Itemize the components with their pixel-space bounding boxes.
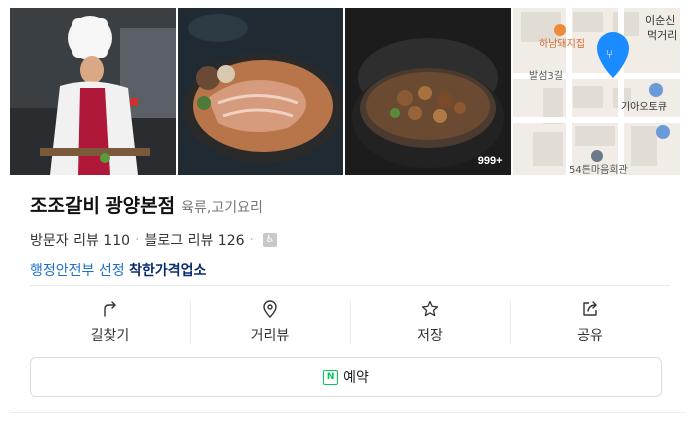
wheelchair-icon: ♿ bbox=[262, 233, 277, 247]
svg-text:⑂: ⑂ bbox=[606, 47, 613, 61]
map-label: 먹거리 bbox=[647, 29, 677, 42]
photo-marinated-meat[interactable] bbox=[177, 8, 343, 175]
directions-label: 길찾기 bbox=[90, 328, 130, 344]
review-summary: 방문자 리뷰 110 · 블로그 리뷰 126 · ♿ bbox=[30, 230, 670, 250]
photo-chef[interactable] bbox=[10, 8, 176, 175]
separator-dot: · bbox=[135, 232, 140, 248]
map-label: 발섬3길 bbox=[529, 69, 563, 82]
certification-name: 착한가격업소 bbox=[129, 263, 207, 279]
share-label: 공유 bbox=[577, 328, 603, 344]
street-view-button[interactable]: 거리뷰 bbox=[190, 296, 350, 348]
map-label: 하남돼지집 bbox=[539, 37, 585, 50]
divider bbox=[10, 412, 685, 413]
map-label: 기아오토큐 bbox=[621, 101, 667, 113]
share-icon bbox=[583, 301, 597, 316]
certification-prefix: 행정안전부 선정 bbox=[30, 263, 125, 279]
location-pin-icon bbox=[263, 300, 277, 318]
photo-count-badge: 999+ bbox=[477, 155, 503, 167]
divider bbox=[30, 285, 670, 286]
place-category: 육류,고기요리 bbox=[181, 200, 263, 216]
map-label: 54튼마음회관 bbox=[569, 164, 628, 175]
directions-icon bbox=[104, 301, 116, 317]
reservation-button[interactable]: N 예약 bbox=[30, 357, 662, 397]
separator-dot: · bbox=[249, 232, 254, 248]
reservation-label: 예약 bbox=[343, 370, 369, 386]
save-label: 저장 bbox=[417, 328, 443, 344]
action-bar: 길찾기 거리뷰 저장 공유 bbox=[30, 296, 670, 348]
photo-grill[interactable]: 999+ bbox=[345, 8, 511, 175]
place-info: 조조갈비 광양본점 육류,고기요리 방문자 리뷰 110 · 블로그 리뷰 12… bbox=[30, 191, 670, 280]
blog-review-link[interactable]: 블로그 리뷰 126 bbox=[144, 230, 244, 250]
save-button[interactable]: 저장 bbox=[350, 296, 510, 348]
map-thumbnail[interactable]: ⑂ 이순신 먹거리 하남돼지집 발섬3길 기아오토큐 54튼마음회관 bbox=[512, 8, 680, 175]
directions-button[interactable]: 길찾기 bbox=[30, 296, 190, 348]
photo-gallery: 999+ ⑂ 이순신 먹거리 하남돼지집 발섬3길 기아오토큐 54튼마음회관 bbox=[10, 8, 680, 175]
street-view-label: 거리뷰 bbox=[250, 328, 290, 344]
visitor-review-link[interactable]: 방문자 리뷰 110 bbox=[30, 230, 130, 250]
place-card: 999+ ⑂ 이순신 먹거리 하남돼지집 발섬3길 기아오토큐 54튼마음회관 … bbox=[10, 0, 685, 422]
certification-badge[interactable]: 행정안전부 선정 착한가격업소 bbox=[30, 260, 670, 280]
star-icon bbox=[421, 300, 439, 317]
share-button[interactable]: 공유 bbox=[510, 296, 670, 348]
map-label: 이순신 bbox=[645, 14, 675, 27]
place-name: 조조갈비 광양본점 bbox=[30, 196, 176, 217]
naver-booking-icon: N bbox=[323, 369, 339, 385]
